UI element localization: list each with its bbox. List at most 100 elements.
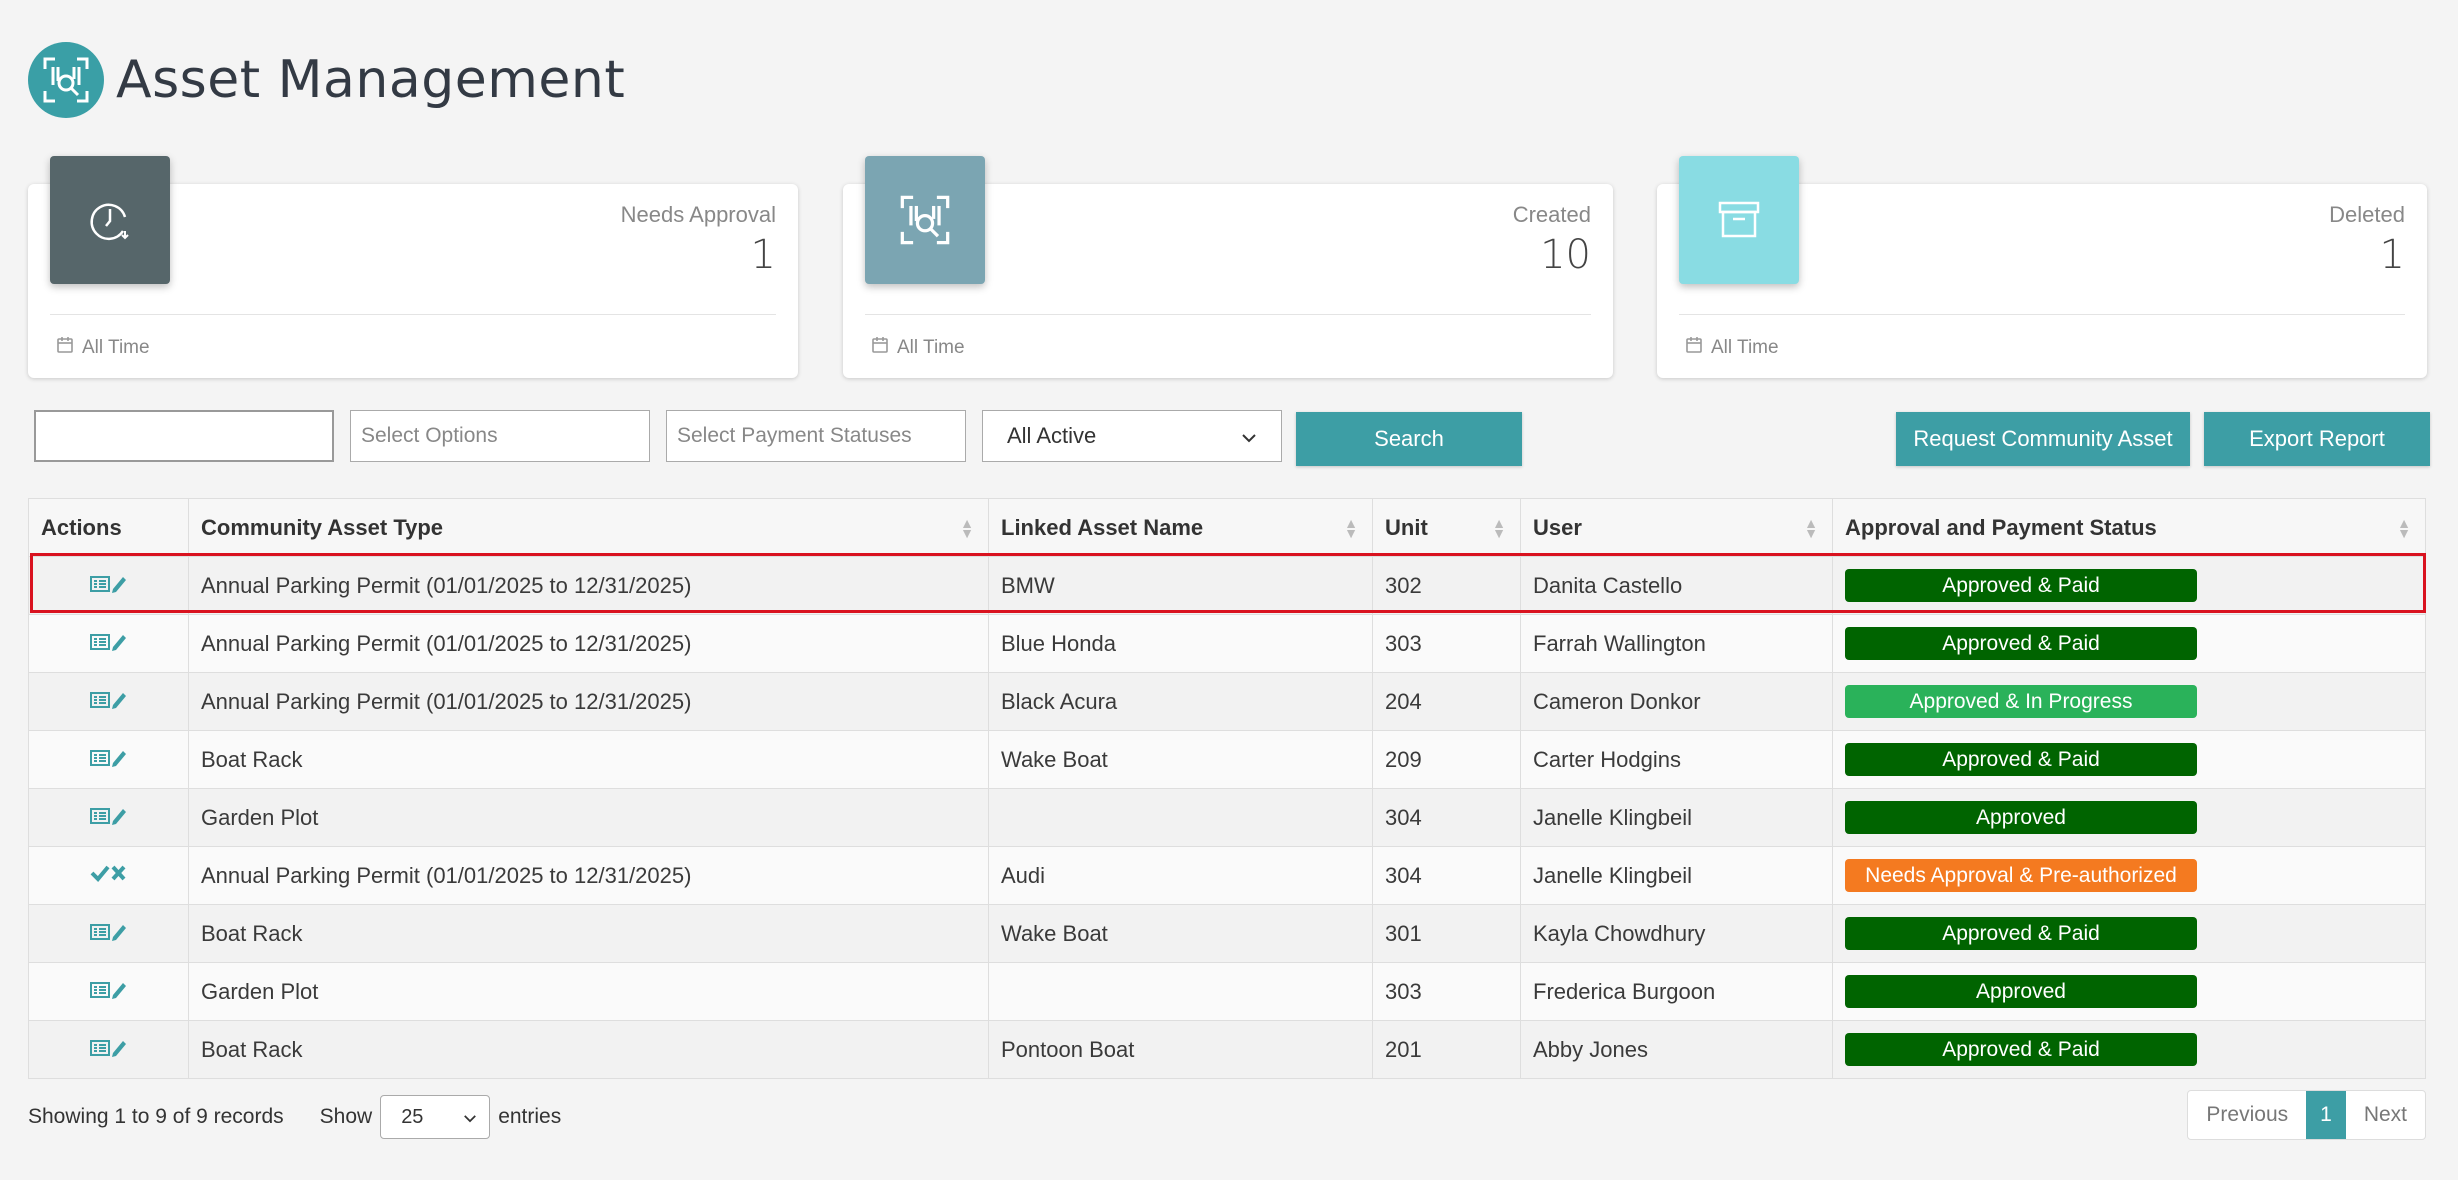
divider (865, 314, 1591, 315)
deleted-card[interactable]: Deleted 1 All Time (1657, 156, 2427, 378)
asset-type-cell: Garden Plot (188, 788, 989, 847)
column-header-asset-type[interactable]: Community Asset Type ▲ ▼ (188, 498, 989, 557)
divider (1679, 314, 2405, 315)
table-row[interactable]: Boat Rack Wake Boat 301 Kayla Chowdhury … (28, 904, 2426, 963)
table-row[interactable]: Annual Parking Permit (01/01/2025 to 12/… (28, 556, 2426, 615)
export-report-button[interactable]: Export Report (2204, 412, 2430, 466)
search-input[interactable] (34, 410, 334, 462)
approve-reject-icon[interactable] (89, 864, 129, 889)
barcode-search-icon (865, 156, 985, 284)
table-row[interactable]: Garden Plot 303 Frederica Burgoon Approv… (28, 962, 2426, 1021)
header-label: Linked Asset Name (1001, 514, 1204, 540)
barcode-search-icon (28, 42, 104, 118)
request-community-asset-button[interactable]: Request Community Asset (1896, 412, 2190, 466)
actions-cell (28, 614, 189, 673)
unit-cell: 302 (1372, 556, 1521, 615)
needs-approval-card[interactable]: Needs Approval 1 All Time (28, 156, 798, 378)
user-cell: Cameron Donkor (1520, 672, 1833, 731)
page-size-value: 25 (401, 1105, 424, 1128)
filter-bar: Select Options Select Payment Statuses A… (34, 410, 2430, 466)
chevron-down-icon (1241, 423, 1257, 449)
column-header-unit[interactable]: Unit ▲ ▼ (1372, 498, 1521, 557)
previous-page-button[interactable]: Previous (2188, 1091, 2306, 1139)
column-header-linked-asset[interactable]: Linked Asset Name ▲ ▼ (988, 498, 1373, 557)
asset-type-cell: Garden Plot (188, 962, 989, 1021)
view-edit-icon[interactable] (89, 632, 129, 657)
header-label: User (1533, 514, 1582, 540)
sort-icon[interactable]: ▲ ▼ (1804, 516, 1818, 540)
view-edit-icon[interactable] (89, 690, 129, 715)
view-edit-icon[interactable] (89, 574, 129, 599)
table-row[interactable]: Boat Rack Pontoon Boat 201 Abby Jones Ap… (28, 1020, 2426, 1079)
status-badge: Approved & Paid (1845, 627, 2197, 660)
status-badge: Needs Approval & Pre-authorized (1845, 859, 2197, 892)
status-cell: Approved & Paid (1832, 556, 2426, 615)
stat-label: Created (1512, 202, 1591, 227)
linked-asset-cell: Wake Boat (988, 904, 1373, 963)
table-row[interactable]: Annual Parking Permit (01/01/2025 to 12/… (28, 846, 2426, 905)
active-status-select[interactable]: All Active (982, 410, 1282, 462)
sort-icon[interactable]: ▲ ▼ (960, 516, 974, 540)
unit-cell: 204 (1372, 672, 1521, 731)
table-header-row: Actions Community Asset Type ▲ ▼ Linked As… (28, 498, 2426, 557)
asset-type-cell: Boat Rack (188, 904, 989, 963)
search-button[interactable]: Search (1296, 412, 1522, 466)
asset-type-cell: Annual Parking Permit (01/01/2025 to 12/… (188, 556, 989, 615)
status-cell: Approved (1832, 788, 2426, 847)
linked-asset-cell: Blue Honda (988, 614, 1373, 673)
status-badge: Approved & Paid (1845, 917, 2197, 950)
view-edit-icon[interactable] (89, 1038, 129, 1063)
table-row[interactable]: Boat Rack Wake Boat 209 Carter Hodgins A… (28, 730, 2426, 789)
user-cell: Kayla Chowdhury (1520, 904, 1833, 963)
stat-value: 10 (1540, 232, 1591, 278)
linked-asset-cell: Audi (988, 846, 1373, 905)
unit-cell: 303 (1372, 962, 1521, 1021)
status-cell: Approved & Paid (1832, 614, 2426, 673)
actions-cell (28, 846, 189, 905)
header-label: Community Asset Type (201, 514, 444, 540)
user-cell: Frederica Burgoon (1520, 962, 1833, 1021)
sort-icon[interactable]: ▲ ▼ (1492, 516, 1506, 540)
linked-asset-cell: Black Acura (988, 672, 1373, 731)
table-row[interactable]: Annual Parking Permit (01/01/2025 to 12/… (28, 614, 2426, 673)
header-label: Actions (41, 514, 122, 540)
actions-cell (28, 1020, 189, 1079)
payment-status-select[interactable]: Select Payment Statuses (666, 410, 966, 462)
linked-asset-cell (988, 962, 1373, 1021)
user-cell: Janelle Klingbeil (1520, 846, 1833, 905)
unit-cell: 301 (1372, 904, 1521, 963)
unit-cell: 303 (1372, 614, 1521, 673)
asset-type-cell: Annual Parking Permit (01/01/2025 to 12/… (188, 846, 989, 905)
calendar-icon (871, 336, 889, 360)
column-header-user[interactable]: User ▲ ▼ (1520, 498, 1833, 557)
sort-icon[interactable]: ▲ ▼ (2397, 516, 2411, 540)
column-header-status[interactable]: Approval and Payment Status ▲ ▼ (1832, 498, 2426, 557)
created-card[interactable]: Created 10 All Time (843, 156, 1613, 378)
actions-cell (28, 904, 189, 963)
view-edit-icon[interactable] (89, 980, 129, 1005)
page-size-select[interactable]: 25 (380, 1095, 491, 1139)
stat-footer: All Time (871, 336, 965, 360)
view-edit-icon[interactable] (89, 748, 129, 773)
table-row[interactable]: Annual Parking Permit (01/01/2025 to 12/… (28, 672, 2426, 731)
page-1-button[interactable]: 1 (2306, 1091, 2346, 1139)
sort-icon[interactable]: ▲ ▼ (1344, 516, 1358, 540)
status-badge: Approved (1845, 801, 2197, 834)
archive-box-icon (1679, 156, 1799, 284)
table-info: Showing 1 to 9 of 9 records Show 25 entr… (28, 1095, 561, 1139)
stat-footer: All Time (1685, 336, 1779, 360)
header-label: Unit (1385, 514, 1428, 540)
options-select[interactable]: Select Options (350, 410, 650, 462)
page-title: Asset Management (116, 50, 626, 110)
status-badge: Approved & In Progress (1845, 685, 2197, 718)
next-page-button[interactable]: Next (2346, 1091, 2425, 1139)
stat-value: 1 (2379, 232, 2405, 278)
unit-cell: 304 (1372, 788, 1521, 847)
view-edit-icon[interactable] (89, 806, 129, 831)
user-cell: Carter Hodgins (1520, 730, 1833, 789)
table-row[interactable]: Garden Plot 304 Janelle Klingbeil Approv… (28, 788, 2426, 847)
asset-type-cell: Boat Rack (188, 730, 989, 789)
user-cell: Janelle Klingbeil (1520, 788, 1833, 847)
status-cell: Approved & Paid (1832, 904, 2426, 963)
view-edit-icon[interactable] (89, 922, 129, 947)
